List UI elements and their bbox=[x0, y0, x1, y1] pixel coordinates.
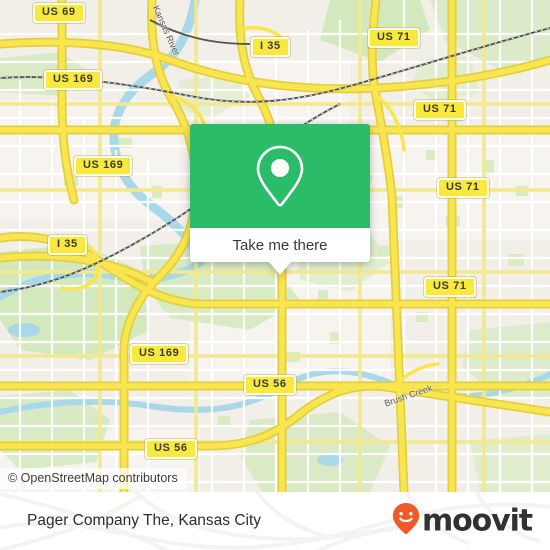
highway-shield-us-69[interactable]: US 69 bbox=[33, 3, 85, 23]
map-pin-icon bbox=[254, 142, 306, 210]
highway-shield-us-56[interactable]: US 56 bbox=[145, 439, 197, 459]
callout-pointer-tip bbox=[269, 262, 291, 275]
highway-shield-us-71[interactable]: US 71 bbox=[414, 100, 466, 120]
highway-shield-us-169[interactable]: US 169 bbox=[44, 70, 103, 90]
osm-attribution[interactable]: © OpenStreetMap contributors bbox=[0, 468, 186, 489]
map-canvas[interactable]: Kansas River Brush Creek US 69 I 35 US 7… bbox=[0, 0, 550, 492]
highway-shield-i-35[interactable]: I 35 bbox=[251, 37, 290, 57]
moovit-map-screenshot: Kansas River Brush Creek US 69 I 35 US 7… bbox=[0, 0, 550, 550]
highway-shield-us-71[interactable]: US 71 bbox=[368, 28, 420, 48]
moovit-wordmark: moovit bbox=[421, 503, 533, 538]
highway-shield-i-35[interactable]: I 35 bbox=[48, 235, 87, 255]
moovit-smiley-pin-icon bbox=[391, 502, 421, 541]
highway-shield-us-56[interactable]: US 56 bbox=[244, 375, 296, 395]
footer-bar: Pager Company The, Kansas City moovit bbox=[0, 492, 550, 550]
highway-shield-us-71[interactable]: US 71 bbox=[437, 178, 489, 198]
take-me-there-label: Take me there bbox=[232, 236, 328, 254]
place-title: Pager Company The, Kansas City bbox=[27, 512, 262, 529]
highway-shield-us-169[interactable]: US 169 bbox=[74, 156, 133, 176]
moovit-logo[interactable]: moovit bbox=[391, 502, 533, 541]
location-callout-card[interactable]: Take me there bbox=[190, 124, 370, 275]
callout-icon-area bbox=[190, 124, 370, 228]
highway-shield-us-169[interactable]: US 169 bbox=[130, 344, 189, 364]
highway-shield-us-71[interactable]: US 71 bbox=[424, 277, 476, 297]
take-me-there-button[interactable]: Take me there bbox=[190, 228, 370, 275]
